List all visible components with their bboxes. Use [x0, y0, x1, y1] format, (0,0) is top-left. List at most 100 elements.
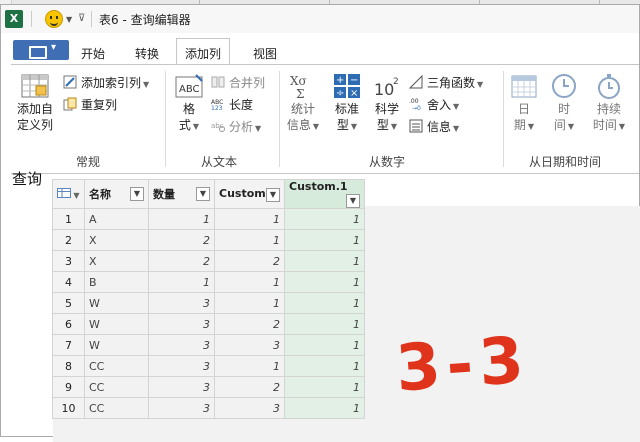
row-number[interactable]: 6: [52, 313, 85, 335]
cell-name[interactable]: B: [84, 271, 149, 293]
table-row[interactable]: 3X221: [52, 250, 365, 272]
cell-custom[interactable]: 1: [214, 271, 285, 293]
cell-custom[interactable]: 3: [214, 397, 285, 419]
window-title: 表6 - 查询编辑器: [99, 13, 191, 27]
file-menu-button[interactable]: [13, 40, 69, 60]
tab-transform[interactable]: 转换: [127, 41, 167, 63]
cell-custom-1[interactable]: 1: [284, 313, 365, 335]
scientific-button[interactable]: 10 2 科学 型 ▼: [369, 73, 405, 135]
row-number[interactable]: 7: [52, 334, 85, 356]
filter-dropdown-icon[interactable]: ▼: [266, 187, 280, 202]
tab-view[interactable]: 视图: [245, 41, 285, 63]
length-button[interactable]: ABC 123 长度: [211, 96, 253, 113]
queries-pane-label[interactable]: 查询: [12, 168, 42, 189]
cell-custom-1[interactable]: 1: [284, 208, 365, 230]
table-row[interactable]: 9 CC 3 2 1: [52, 376, 365, 398]
customize-toolbar-icon[interactable]: ⊽: [78, 13, 85, 24]
cell-custom-1[interactable]: 1: [284, 355, 365, 377]
cell-quantity[interactable]: 2: [148, 250, 215, 272]
column-header-custom-1[interactable]: Custom.1 ▼: [284, 179, 365, 209]
cell-name[interactable]: CC: [84, 355, 149, 377]
cell-custom-1[interactable]: 1: [284, 334, 365, 356]
cell-custom[interactable]: 2: [214, 376, 285, 398]
table-row[interactable]: 1A111: [52, 208, 365, 230]
cell-custom[interactable]: 1: [214, 355, 285, 377]
row-number[interactable]: 5: [52, 292, 85, 314]
cell-custom-1[interactable]: 1: [284, 229, 365, 251]
cell-name[interactable]: X: [84, 229, 149, 251]
format-button[interactable]: ABC 格 式 ▼: [171, 73, 207, 135]
cell-quantity[interactable]: 3: [148, 355, 215, 377]
row-number[interactable]: 8: [52, 355, 85, 377]
cell-custom[interactable]: 2: [214, 313, 285, 335]
row-number[interactable]: 4: [52, 271, 85, 293]
row-number[interactable]: 3: [52, 250, 85, 272]
add-index-column-button[interactable]: 添加索引列 ▼: [63, 74, 149, 91]
table-row[interactable]: 6W321: [52, 313, 365, 335]
chevron-down-icon: ▼: [143, 80, 150, 89]
cell-name[interactable]: CC: [84, 376, 149, 398]
cell-custom[interactable]: 1: [214, 229, 285, 251]
row-number[interactable]: 10: [52, 397, 85, 419]
table-row[interactable]: 8 CC 3 1 1: [52, 355, 365, 377]
table-row[interactable]: 7W331: [52, 334, 365, 356]
cell-custom-1[interactable]: 1: [284, 292, 365, 314]
add-custom-column-button[interactable]: 添加自 定义列: [15, 73, 55, 133]
cell-quantity[interactable]: 3: [148, 334, 215, 356]
column-header-custom[interactable]: Custom ▼: [214, 179, 285, 209]
cell-name[interactable]: A: [84, 208, 149, 230]
cell-quantity[interactable]: 2: [148, 229, 215, 251]
cell-name[interactable]: W: [84, 334, 149, 356]
row-number[interactable]: 9: [52, 376, 85, 398]
cell-name[interactable]: CC: [84, 397, 149, 419]
cell-quantity[interactable]: 3: [148, 376, 215, 398]
duration-button[interactable]: 持续 时间 ▼: [589, 73, 629, 135]
cell-custom[interactable]: 1: [214, 292, 285, 314]
cell-custom-1[interactable]: 1: [284, 397, 365, 419]
table-row[interactable]: 5W311: [52, 292, 365, 314]
cell-quantity[interactable]: 3: [148, 313, 215, 335]
tab-add-column[interactable]: 添加列: [176, 38, 231, 65]
column-header-quantity[interactable]: 数量 ▼: [148, 179, 215, 209]
row-number[interactable]: 2: [52, 229, 85, 251]
statistics-button[interactable]: Χσ Σ 统计 信息 ▼: [283, 73, 323, 135]
cell-quantity[interactable]: 1: [148, 208, 215, 230]
table-row[interactable]: 4B111: [52, 271, 365, 293]
smiley-feedback-icon[interactable]: [45, 10, 63, 28]
table-row[interactable]: 10 CC 3 3 1: [52, 397, 365, 419]
cell-quantity[interactable]: 1: [148, 271, 215, 293]
column-header-label: Custom: [219, 186, 266, 200]
cell-custom-1[interactable]: 1: [284, 271, 365, 293]
standard-button[interactable]: + − ÷ × 标准 型 ▼: [329, 73, 365, 135]
table-row[interactable]: 2X211: [52, 229, 365, 251]
row-number[interactable]: 1: [52, 208, 85, 230]
filter-dropdown-icon[interactable]: ▼: [346, 194, 360, 208]
merge-columns-button[interactable]: 合并列: [211, 74, 265, 91]
cell-name[interactable]: W: [84, 292, 149, 314]
cell-custom-1[interactable]: 1: [284, 376, 365, 398]
time-button[interactable]: 时 间 ▼: [547, 73, 581, 135]
chevron-down-icon: ▼: [567, 122, 575, 131]
cell-custom-1[interactable]: 1: [284, 250, 365, 272]
format-text-icon: ABC: [175, 74, 203, 98]
filter-dropdown-icon[interactable]: ▼: [196, 187, 210, 201]
cell-quantity[interactable]: 3: [148, 292, 215, 314]
column-header-name[interactable]: 名称 ▼: [84, 179, 149, 209]
cell-quantity[interactable]: 3: [148, 397, 215, 419]
trigonometry-button[interactable]: 三角函数 ▼: [409, 74, 483, 91]
cell-name[interactable]: X: [84, 250, 149, 272]
cell-custom[interactable]: 2: [214, 250, 285, 272]
tab-home[interactable]: 开始: [73, 41, 113, 63]
rounding-button[interactable]: .00 →0 舍入 ▼: [409, 96, 459, 113]
cell-name[interactable]: W: [84, 313, 149, 335]
cell-custom[interactable]: 1: [214, 208, 285, 230]
feedback-dropdown-icon[interactable]: ▼: [66, 15, 72, 24]
cell-custom[interactable]: 3: [214, 334, 285, 356]
filter-dropdown-icon[interactable]: ▼: [130, 187, 144, 201]
analyze-button[interactable]: abc 分析 ▼: [211, 118, 261, 135]
date-button[interactable]: 日 期 ▼: [507, 73, 541, 135]
duplicate-column-button[interactable]: 重复列: [63, 96, 117, 113]
information-button[interactable]: 信息 ▼: [409, 118, 459, 135]
table-select-all[interactable]: ▼: [52, 179, 85, 209]
chevron-down-icon: ▼: [477, 80, 484, 89]
